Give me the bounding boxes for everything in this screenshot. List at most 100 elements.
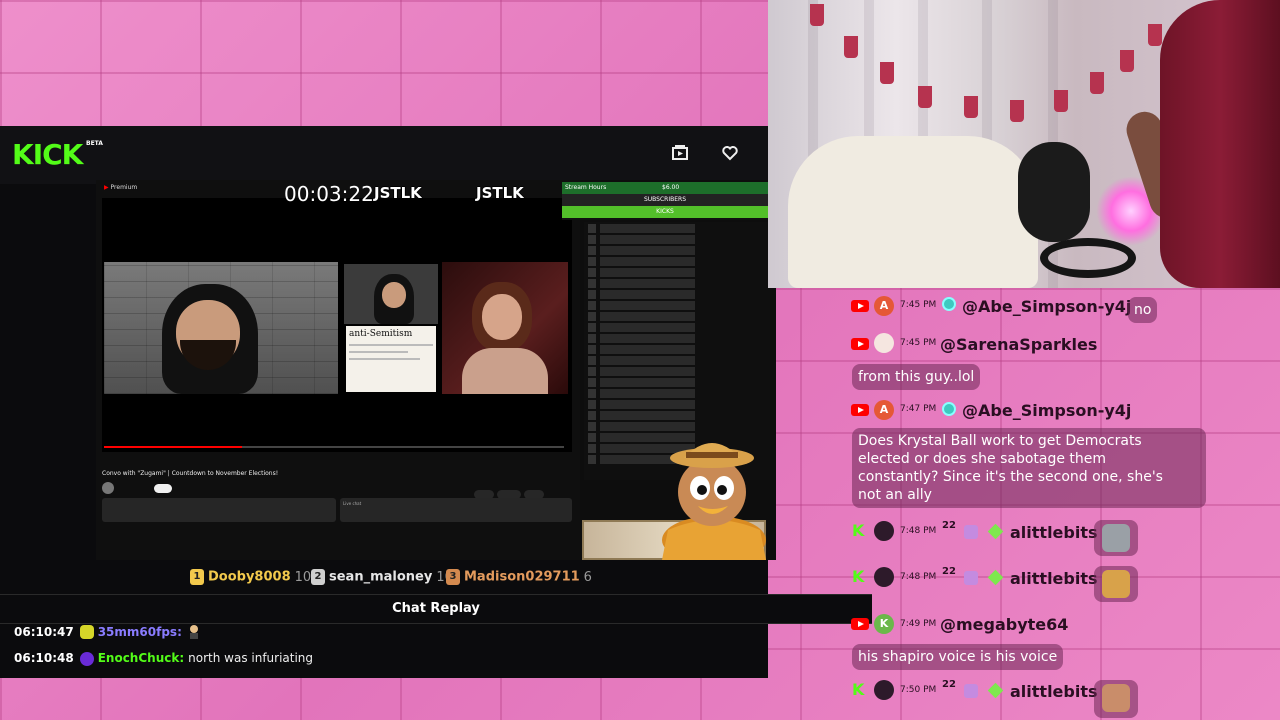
user-badge-icon: [79, 625, 94, 639]
guest-camera: [104, 262, 338, 394]
jstlk-badge-1: JSTLK: [374, 184, 422, 202]
goal-label: Stream Hours: [565, 184, 607, 191]
emote-icon: [186, 624, 202, 640]
yt-premium-label: Premium: [110, 184, 138, 191]
verified-diamond-icon: [987, 682, 1004, 699]
stream-goal-overlay: Stream Hours $6.00 SUBSCRIBERS KICKS: [562, 182, 768, 220]
sub-badge: 22: [942, 520, 956, 531]
channel-avatar: [102, 482, 114, 494]
kick-icon: K: [852, 521, 865, 540]
chat-time: 7:50 PM: [900, 685, 937, 695]
chat-message: his shapiro voice is his voice: [852, 644, 1064, 670]
join-button[interactable]: [154, 484, 172, 493]
chat-username[interactable]: alittlebits: [1010, 569, 1098, 588]
user-badge-icon: [79, 651, 94, 666]
avatar: [874, 521, 894, 541]
chat-message-line: not an ally: [858, 487, 932, 503]
chat-time: 7:47 PM: [900, 404, 937, 414]
member-badge-icon: [942, 297, 956, 311]
beta-tag: BETA: [86, 140, 103, 147]
embedded-youtube-window: ▶ Premium anti-Semitism Convo with "Zuga…: [96, 180, 580, 560]
emote-icon: [1094, 566, 1138, 602]
yt-progress-bar[interactable]: [104, 446, 564, 448]
verified-diamond-icon: [987, 523, 1004, 540]
leaderboard-entry: 3 Madison029711 6: [446, 569, 592, 585]
replay-time: 06:10:47: [14, 624, 74, 639]
leader-name[interactable]: Dooby8008: [208, 570, 291, 585]
chat-username[interactable]: alittlebits: [1010, 523, 1098, 542]
guest-camera-2: [442, 262, 568, 394]
replay-message: 06:10:47 35mm60fps:: [14, 624, 202, 640]
stream-timer: 00:03:22: [284, 182, 374, 206]
sub-badge: 22: [942, 566, 956, 577]
youtube-icon: [851, 404, 869, 416]
chat-time: 7:45 PM: [900, 300, 937, 310]
definition-card: anti-Semitism: [346, 326, 436, 392]
chat-time: 7:48 PM: [900, 572, 937, 582]
armchair: [788, 136, 1038, 288]
emote-icon: [1094, 520, 1138, 556]
jstlk-badge-2: JSTLK: [476, 184, 524, 202]
chat-replay-header: Chat Replay: [0, 594, 872, 624]
chat-time: 7:49 PM: [900, 619, 937, 629]
gift-badge-icon: [964, 684, 978, 698]
avatar: A: [874, 296, 894, 316]
chat-username[interactable]: @Abe_Simpson-y4j: [962, 297, 1131, 316]
sub-badge: 22: [942, 679, 956, 690]
replay-text: north was infuriating: [188, 651, 314, 665]
chat-message: from this guy..lol: [852, 364, 981, 390]
note-title: anti-Semitism: [349, 329, 413, 339]
leader-name[interactable]: sean_maloney: [329, 570, 432, 585]
chat-username[interactable]: alittlebits: [1010, 682, 1098, 701]
replay-time: 06:10:48: [14, 651, 74, 665]
rank-badge: 3: [446, 569, 460, 585]
video-player[interactable]: ▶ Premium anti-Semitism Convo with "Zuga…: [96, 180, 776, 560]
avatar: [874, 567, 894, 587]
replay-username[interactable]: 35mm60fps:: [98, 625, 182, 639]
kick-leaderboard: 1 Dooby8008 10 2 sean_maloney 10 3 Madison029…: [0, 564, 872, 590]
kick-header: KICK BETA: [0, 126, 768, 184]
goal-value: $6.00: [662, 184, 680, 191]
chat-time: 7:45 PM: [900, 338, 937, 348]
replay-message: 06:10:48 EnochChuck: north was infuriating: [14, 651, 313, 666]
leaderboard-entry: 1 Dooby8008 10: [190, 569, 311, 585]
chat-username[interactable]: @Abe_Simpson-y4j: [962, 401, 1131, 420]
yt-video-title: Convo with "Zugami" | Countdown to Novem…: [102, 470, 279, 477]
leader-name[interactable]: Madison029711: [464, 570, 580, 585]
chat-message-line: elected or does she sabotage them: [858, 451, 1107, 467]
avatar: K: [874, 614, 894, 634]
emote-icon: [1094, 680, 1138, 718]
kick-logo[interactable]: KICK: [12, 138, 83, 171]
rank-badge: 1: [190, 569, 204, 585]
follow-heart-icon[interactable]: [718, 144, 742, 166]
leader-count: 6: [583, 569, 592, 585]
yt-description: [102, 498, 336, 522]
youtube-icon: [851, 300, 869, 312]
kicks-label: KICKS: [656, 208, 674, 215]
gift-badge-icon: [964, 525, 978, 539]
microphone-icon: [1018, 142, 1090, 242]
youtube-icon: [851, 338, 869, 350]
youtube-icon: [851, 618, 869, 630]
member-badge-icon: [942, 402, 956, 416]
kick-icon: K: [852, 567, 865, 586]
avatar: [874, 333, 894, 353]
host-camera-small: [344, 264, 438, 324]
gift-badge-icon: [964, 571, 978, 585]
chat-time: 7:48 PM: [900, 526, 937, 536]
leaderboard-entry: 2 sean_maloney 10: [311, 569, 453, 585]
avatar: [874, 680, 894, 700]
yt-live-chat-box: Live chat: [340, 498, 572, 522]
chat-username[interactable]: @megabyte64: [940, 615, 1068, 634]
leader-count: 10: [294, 569, 312, 585]
yt-logo-icon: ▶: [104, 184, 109, 191]
verified-diamond-icon: [987, 569, 1004, 586]
duck-mascot-icon: [662, 443, 766, 560]
kick-player-panel: KICK BETA ▶ Premium anti-Semitism Convo …: [0, 126, 872, 678]
chat-username[interactable]: @SarenaSparkles: [940, 335, 1097, 354]
subs-label: SUBSCRIBERS: [643, 196, 687, 203]
chat-message: no: [1128, 297, 1158, 323]
theater-mode-icon[interactable]: [668, 144, 692, 166]
streamer-figure: [1160, 0, 1280, 288]
replay-username[interactable]: EnochChuck:: [98, 651, 184, 665]
